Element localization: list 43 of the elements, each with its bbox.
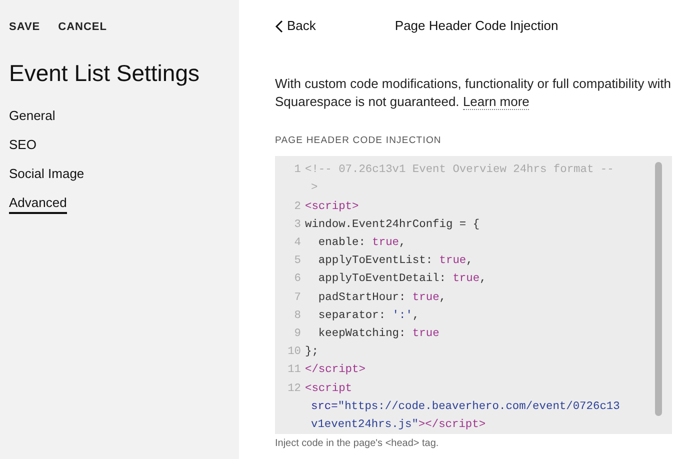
code-line: </script>	[305, 362, 366, 378]
code-line: padStartHour: true,	[317, 290, 446, 306]
notice-text: With custom code modifications, functionality or full compatibility with Squarespace is not guaranteed. Learn more	[275, 75, 672, 111]
nav-item[interactable]: General	[9, 106, 56, 126]
line-number: 4	[293, 236, 302, 252]
nav-item[interactable]: Advanced	[9, 194, 67, 214]
code-line: window.Event24hrConfig = {	[305, 218, 480, 233]
code-line: };	[305, 344, 318, 360]
code-editor[interactable]	[275, 156, 672, 434]
learn-more-link[interactable]: Learn more	[462, 94, 530, 110]
line-number: 5	[293, 254, 302, 270]
toolbar-link[interactable]: SAVE	[9, 19, 40, 36]
line-number: 7	[293, 290, 302, 306]
page-title: Page Header Code Injection	[394, 17, 558, 36]
line-number: 1	[293, 163, 302, 178]
hint-text: Inject code in the page's <head> tag.	[275, 437, 440, 452]
line-number: 10	[286, 345, 302, 360]
code-line: keepWatching: true	[317, 326, 440, 342]
back-button[interactable]: Back	[275, 16, 316, 36]
toolbar-link[interactable]: CANCEL	[58, 19, 107, 36]
scrollbar-thumb[interactable]	[655, 162, 662, 416]
code-line: <!-- 07.26c13v1 Event Overview 24hrs format --	[305, 162, 614, 178]
code-line: >	[310, 181, 319, 196]
nav-item[interactable]: SEO	[9, 136, 36, 156]
line-number: 12	[286, 382, 302, 397]
line-number: 2	[293, 200, 302, 215]
code-line: v1event24hrs.js"></script>	[310, 418, 487, 434]
code-line: <script>	[305, 200, 359, 215]
code-line: separator: ':',	[317, 308, 420, 324]
line-number: 8	[293, 308, 302, 324]
line-number: 3	[293, 218, 302, 233]
section-label: PAGE HEADER CODE INJECTION	[275, 134, 442, 148]
code-line: applyToEventDetail: true,	[317, 272, 486, 288]
code-line: <script	[305, 382, 353, 397]
chevron-left-icon	[275, 20, 283, 32]
code-line: applyToEventList: true,	[317, 254, 473, 270]
settings-title: Event List Settings	[9, 58, 200, 88]
code-line: enable: true,	[317, 236, 406, 252]
code-line: src="https://code.beaverhero.com/event/0726c13	[310, 400, 620, 415]
line-number: 9	[293, 327, 302, 342]
line-number: 11	[286, 363, 302, 378]
nav-item[interactable]: Social Image	[9, 164, 84, 184]
line-number: 6	[293, 272, 302, 288]
